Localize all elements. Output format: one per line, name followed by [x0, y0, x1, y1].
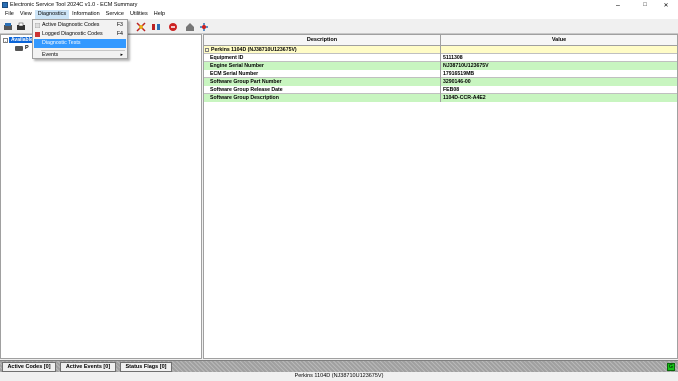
- row-value: NJ38710U123675V: [441, 62, 677, 70]
- menu-diagnostics[interactable]: Diagnostics: [34, 10, 70, 19]
- app-icon: [2, 2, 8, 8]
- bottom-status: Perkins 1104D (NJ38710U123675V): [0, 372, 678, 381]
- flash-icon[interactable]: [167, 21, 178, 32]
- menu-active-diagnostic-codes[interactable]: Active Diagnostic Codes F3: [34, 21, 126, 30]
- table-row[interactable]: ECM Serial Number 17916519MB: [204, 70, 677, 78]
- menu-information[interactable]: Information: [69, 10, 103, 19]
- status-bar: Active Codes [0] Active Events [0] Statu…: [0, 360, 678, 372]
- table-row[interactable]: Engine Serial Number NJ38710U123675V: [204, 62, 677, 70]
- active-events-button[interactable]: Active Events [0]: [60, 362, 116, 372]
- row-value: 5111308: [443, 55, 463, 61]
- ecm-header-label: Perkins 1104D (NJ38710U123675V): [211, 47, 297, 53]
- print-icon[interactable]: [15, 21, 26, 32]
- active-codes-icon: [34, 22, 41, 29]
- maximize-button[interactable]: □: [635, 0, 655, 10]
- table-row[interactable]: Equipment ID 5111308: [204, 54, 677, 62]
- row-value: 17916519MB: [443, 71, 475, 77]
- menu-help[interactable]: Help: [151, 10, 168, 19]
- col-description[interactable]: Description: [204, 35, 441, 46]
- row-desc: Equipment ID: [204, 54, 441, 62]
- logged-codes-icon: [35, 32, 40, 37]
- tree-root-label: Available: [9, 37, 35, 43]
- title-bar: Electronic Service Tool 2024C v1.0 - ECM…: [0, 0, 678, 10]
- tree-ecm-node[interactable]: P: [15, 45, 29, 51]
- compare-icon[interactable]: [150, 21, 161, 32]
- menu-file[interactable]: File: [2, 10, 17, 19]
- tree-root[interactable]: - Available: [3, 37, 35, 43]
- collapse-icon[interactable]: [205, 47, 209, 52]
- row-value: FEB08: [443, 87, 460, 93]
- col-value[interactable]: Value: [441, 35, 677, 46]
- tools-icon[interactable]: [135, 21, 146, 32]
- window-title: Electronic Service Tool 2024C v1.0 - ECM…: [10, 2, 138, 8]
- tree-expand-icon[interactable]: -: [3, 37, 8, 43]
- status-flags-button[interactable]: Status Flags [0]: [120, 362, 172, 372]
- table-row[interactable]: Software Group Description 1104D-CCR-A4E…: [204, 94, 677, 102]
- connect-icon[interactable]: [2, 21, 13, 32]
- menu-events[interactable]: Events ▸: [34, 51, 126, 60]
- row-desc: Software Group Release Date: [204, 86, 441, 94]
- grid-header: Description Value: [204, 35, 677, 46]
- menu-diagnostic-tests[interactable]: Diagnostic Tests: [34, 39, 126, 48]
- menu-service[interactable]: Service: [103, 10, 127, 19]
- row-desc: ECM Serial Number: [204, 70, 441, 78]
- config-icon[interactable]: [198, 21, 209, 32]
- row-value: 3290146-00: [441, 78, 677, 86]
- tree-ecm-label: P: [25, 45, 29, 51]
- table-row[interactable]: Software Group Part Number 3290146-00: [204, 78, 677, 86]
- close-button[interactable]: ✕: [656, 0, 676, 10]
- submenu-arrow-icon: ▸: [120, 52, 123, 58]
- row-desc: Software Group Part Number: [204, 78, 441, 86]
- row-desc: Engine Serial Number: [204, 62, 441, 70]
- diagnostics-menu: Active Diagnostic Codes F3 Logged Diagno…: [32, 19, 128, 59]
- bottom-status-text: Perkins 1104D (NJ38710U123675V): [294, 373, 384, 379]
- menu-utilities[interactable]: Utilities: [127, 10, 151, 19]
- ecm-tree-pane: - Available P: [0, 34, 202, 359]
- ecm-summary-grid: Description Value Perkins 1104D (NJ38710…: [203, 34, 678, 359]
- active-codes-button[interactable]: Active Codes [0]: [2, 362, 56, 372]
- row-value: 1104D-CCR-A4E2: [441, 94, 677, 102]
- ecm-header-row[interactable]: Perkins 1104D (NJ38710U123675V): [204, 46, 677, 54]
- minimize-button[interactable]: –: [608, 0, 628, 10]
- ecm-icon: [15, 45, 23, 51]
- menu-bar: File View Diagnostics Information Servic…: [0, 10, 678, 19]
- row-desc: Software Group Description: [204, 94, 441, 102]
- connection-indicator: G: [667, 363, 675, 371]
- table-row[interactable]: Software Group Release Date FEB08: [204, 86, 677, 94]
- menu-logged-diagnostic-codes[interactable]: Logged Diagnostic Codes F4: [34, 30, 126, 39]
- menu-view[interactable]: View: [17, 10, 35, 19]
- home-icon[interactable]: [184, 21, 195, 32]
